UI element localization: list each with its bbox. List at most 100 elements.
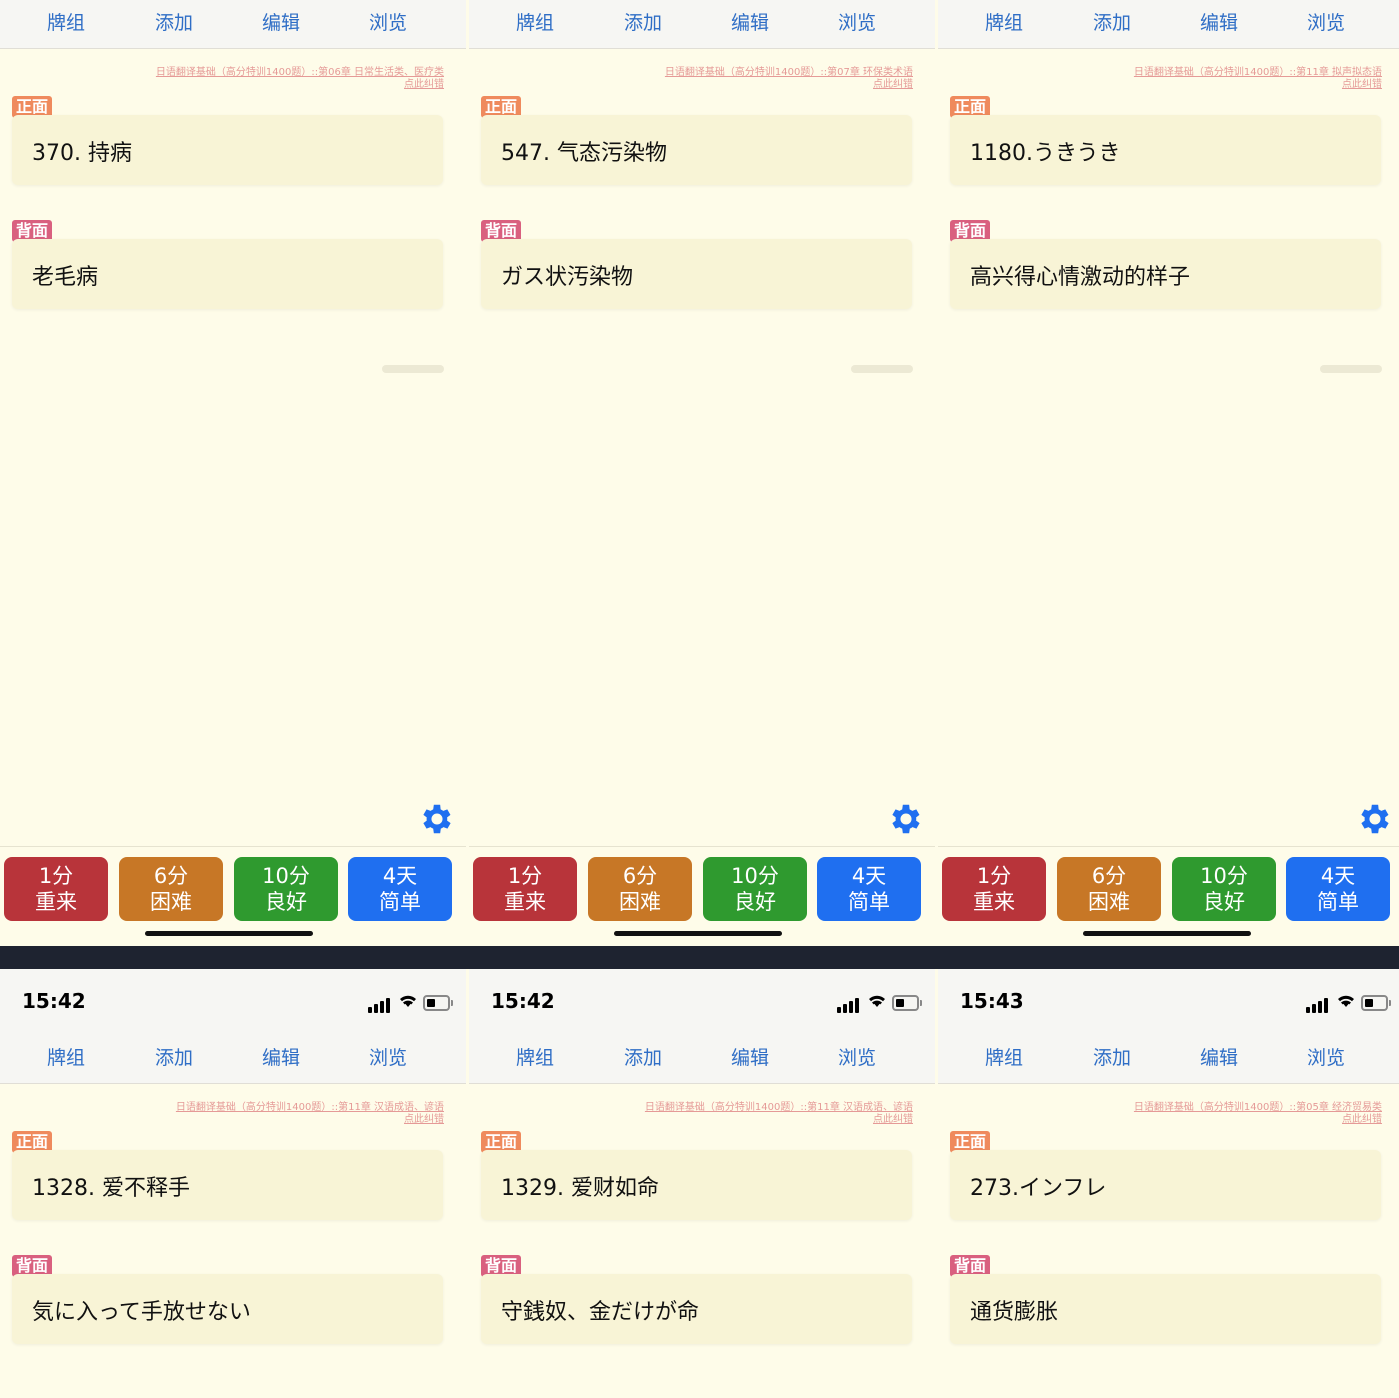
back-text: 高兴得心情激动的样子	[970, 265, 1191, 290]
again-button[interactable]: 1分 重来	[473, 857, 577, 921]
top-nav: 牌组 添加 编辑 浏览	[469, 0, 935, 49]
blurred-watermark	[851, 365, 913, 373]
blurred-watermark	[1320, 365, 1382, 373]
front-text: 370. 持病	[32, 141, 132, 166]
hard-button[interactable]: 6分 困难	[588, 857, 692, 921]
easy-button[interactable]: 4天 简单	[348, 857, 452, 921]
front-text: 1328. 爱不释手	[32, 1176, 190, 1201]
front-field: 370. 持病	[12, 115, 443, 185]
screen-panel: 牌组 添加 编辑 浏览 日语翻译基础（高分特训1400题）::第07章 环保类术语 点…	[469, 0, 935, 946]
battery-icon	[1361, 995, 1391, 1011]
top-nav: 牌组 添加 编辑 浏览	[0, 1035, 466, 1084]
easy-button[interactable]: 4天 简单	[1286, 857, 1390, 921]
status-bar: 15:42	[469, 969, 935, 1035]
screenshot-divider	[0, 946, 1399, 969]
nav-tab-3[interactable]: 浏览	[838, 1043, 876, 1070]
status-bar: 15:42	[0, 969, 466, 1035]
status-icons	[368, 993, 453, 1013]
gear-icon[interactable]	[418, 800, 456, 838]
back-field: 守銭奴、金だけが命	[481, 1274, 912, 1344]
back-field: 通货膨胀	[950, 1274, 1381, 1344]
nav-tab-0[interactable]: 牌组	[516, 8, 554, 35]
signal-bar	[380, 1001, 384, 1013]
wifi-icon	[867, 993, 887, 1011]
nav-tab-3[interactable]: 浏览	[1307, 8, 1345, 35]
top-nav: 牌组 添加 编辑 浏览	[938, 1035, 1399, 1084]
front-text: 1329. 爱财如命	[501, 1176, 659, 1201]
deck-source-link[interactable]: 日语翻译基础（高分特训1400题）::第07章 环保类术语 点此纠错	[583, 67, 913, 91]
deck-source-link[interactable]: 日语翻译基础（高分特训1400题）::第11章 汉语成语、谚语 点此纠错	[114, 1102, 444, 1126]
nav-tab-2[interactable]: 编辑	[262, 1043, 300, 1070]
gear-icon[interactable]	[1356, 800, 1394, 838]
signal-bar	[855, 998, 859, 1013]
clock: 15:42	[22, 989, 86, 1013]
easy-button[interactable]: 4天 简单	[817, 857, 921, 921]
back-field: 高兴得心情激动的样子	[950, 239, 1381, 309]
nav-tab-1[interactable]: 添加	[1093, 1043, 1131, 1070]
signal-bar	[1318, 1001, 1322, 1013]
nav-tab-3[interactable]: 浏览	[1307, 1043, 1345, 1070]
screen-panel: 15:42 牌组 添加 编辑 浏览 日语翻译基础（高分特训1400题）::第11章 汉…	[469, 969, 935, 1398]
good-button[interactable]: 10分 良好	[1172, 857, 1276, 921]
clock: 15:43	[960, 989, 1024, 1013]
gear-icon[interactable]	[887, 800, 925, 838]
blurred-watermark	[382, 365, 444, 373]
top-nav: 牌组 添加 编辑 浏览	[0, 0, 466, 49]
nav-tab-1[interactable]: 添加	[624, 8, 662, 35]
hard-button[interactable]: 6分 困难	[1057, 857, 1161, 921]
nav-tab-1[interactable]: 添加	[155, 8, 193, 35]
status-icons	[1306, 993, 1391, 1013]
front-text: 1180.うきうき	[970, 141, 1121, 166]
nav-tab-2[interactable]: 编辑	[262, 8, 300, 35]
back-text: 通货膨胀	[970, 1300, 1059, 1325]
front-field: 1329. 爱财如命	[481, 1150, 912, 1220]
front-text: 547. 气态污染物	[501, 141, 667, 166]
signal-bar	[1306, 1007, 1310, 1013]
back-field: ガス状汚染物	[481, 239, 912, 309]
nav-tab-2[interactable]: 编辑	[731, 8, 769, 35]
battery-icon	[423, 995, 453, 1011]
back-text: 守銭奴、金だけが命	[501, 1300, 700, 1325]
nav-tab-2[interactable]: 编辑	[1200, 8, 1238, 35]
nav-tab-0[interactable]: 牌组	[516, 1043, 554, 1070]
nav-tab-3[interactable]: 浏览	[838, 8, 876, 35]
home-indicator	[614, 931, 782, 936]
signal-bar	[837, 1007, 841, 1013]
nav-tab-3[interactable]: 浏览	[369, 8, 407, 35]
wifi-icon	[398, 993, 418, 1011]
good-button[interactable]: 10分 良好	[234, 857, 338, 921]
front-field: 273.インフレ	[950, 1150, 1381, 1220]
hard-button[interactable]: 6分 困难	[119, 857, 223, 921]
nav-tab-2[interactable]: 编辑	[731, 1043, 769, 1070]
good-button[interactable]: 10分 良好	[703, 857, 807, 921]
again-button[interactable]: 1分 重来	[942, 857, 1046, 921]
nav-tab-0[interactable]: 牌组	[985, 8, 1023, 35]
deck-source-link[interactable]: 日语翻译基础（高分特训1400题）::第05章 经济贸易类 点此纠错	[1052, 1102, 1382, 1126]
screen-panel: 牌组 添加 编辑 浏览 日语翻译基础（高分特训1400题）::第06章 日常生活类、医…	[0, 0, 466, 946]
home-indicator	[1083, 931, 1251, 936]
top-nav: 牌组 添加 编辑 浏览	[938, 0, 1399, 49]
signal-bar	[849, 1001, 853, 1013]
deck-source-link[interactable]: 日语翻译基础（高分特训1400题）::第11章 拟声拟态语 点此纠错	[1052, 67, 1382, 91]
again-button[interactable]: 1分 重来	[4, 857, 108, 921]
back-text: 気に入って手放せない	[32, 1300, 251, 1325]
answer-buttons: 1分 重来 6分 困难 10分 良好 4天 简单	[938, 846, 1399, 946]
nav-tab-1[interactable]: 添加	[155, 1043, 193, 1070]
nav-tab-0[interactable]: 牌组	[47, 8, 85, 35]
deck-source-link[interactable]: 日语翻译基础（高分特训1400题）::第06章 日常生活类、医疗类 点此纠错	[114, 67, 444, 91]
nav-tab-0[interactable]: 牌组	[47, 1043, 85, 1070]
nav-tab-3[interactable]: 浏览	[369, 1043, 407, 1070]
front-text: 273.インフレ	[970, 1176, 1107, 1201]
back-text: 老毛病	[32, 265, 99, 290]
nav-tab-0[interactable]: 牌组	[985, 1043, 1023, 1070]
nav-tab-2[interactable]: 编辑	[1200, 1043, 1238, 1070]
answer-buttons: 1分 重来 6分 困难 10分 良好 4天 简单	[469, 846, 935, 946]
wifi-icon	[1336, 993, 1356, 1011]
screen-panel: 15:43 牌组 添加 编辑 浏览 日语翻译基础（高分特训1400题）::第05章 经…	[938, 969, 1399, 1398]
back-field: 老毛病	[12, 239, 443, 309]
deck-source-link[interactable]: 日语翻译基础（高分特训1400题）::第11章 汉语成语、谚语 点此纠错	[583, 1102, 913, 1126]
nav-tab-1[interactable]: 添加	[1093, 8, 1131, 35]
nav-tab-1[interactable]: 添加	[624, 1043, 662, 1070]
front-field: 1180.うきうき	[950, 115, 1381, 185]
clock: 15:42	[491, 989, 555, 1013]
